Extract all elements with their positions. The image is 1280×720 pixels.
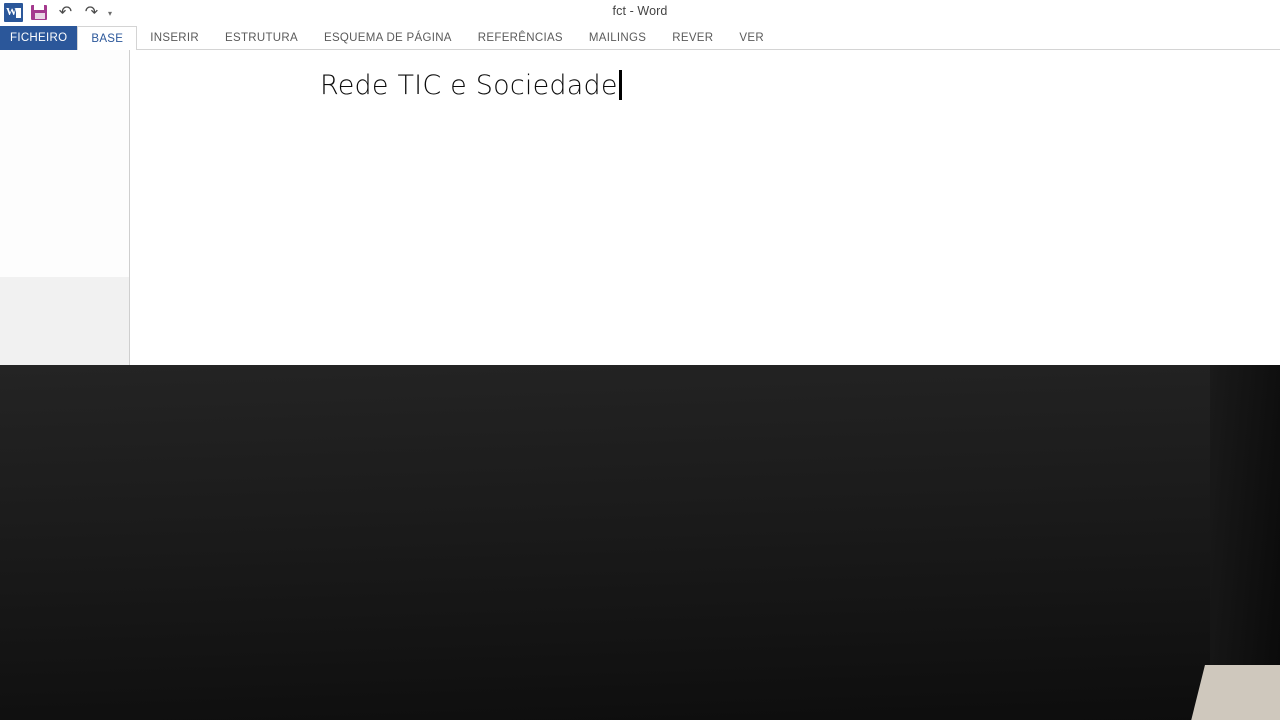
document-heading-line: Rede TIC e Sociedade [320, 70, 622, 101]
document-area: Rede TIC e Sociedade [0, 50, 1280, 365]
left-margin-pane [0, 50, 129, 365]
keyboard-deck [0, 365, 1280, 720]
tab-esquema-de-pagina[interactable]: ESQUEMA DE PÁGINA [311, 26, 465, 50]
text-caret [618, 70, 622, 100]
document-title: fct - Word [612, 4, 668, 18]
tab-referencias[interactable]: REFERÊNCIAS [465, 26, 576, 50]
document-text: Rede TIC e Sociedade [320, 70, 618, 101]
document-page[interactable]: Rede TIC e Sociedade [130, 50, 1280, 365]
keyboard-photo: $ 4 § % 5 & 6 / 7 [0, 365, 1280, 720]
title-bar: ↶ ↷ ▾ fct - Word [0, 0, 1280, 26]
ribbon-tab-strip: FICHEIRO BASE INSERIR ESTRUTURA ESQUEMA … [0, 26, 1280, 51]
tab-mailings[interactable]: MAILINGS [576, 26, 659, 50]
word-application-window: ↶ ↷ ▾ fct - Word FICHEIRO BASE INSERIR E… [0, 0, 1280, 365]
tab-base[interactable]: BASE [77, 26, 138, 51]
tab-ficheiro[interactable]: FICHEIRO [0, 26, 78, 50]
tab-rever[interactable]: REVER [659, 26, 726, 50]
tab-inserir[interactable]: INSERIR [137, 26, 212, 50]
screenshot-root: ↶ ↷ ▾ fct - Word FICHEIRO BASE INSERIR E… [0, 0, 1280, 720]
desk-surface [1190, 665, 1280, 720]
left-pane-shaded-region [0, 277, 129, 365]
tab-estrutura[interactable]: ESTRUTURA [212, 26, 311, 50]
tab-ver[interactable]: VER [726, 26, 777, 50]
